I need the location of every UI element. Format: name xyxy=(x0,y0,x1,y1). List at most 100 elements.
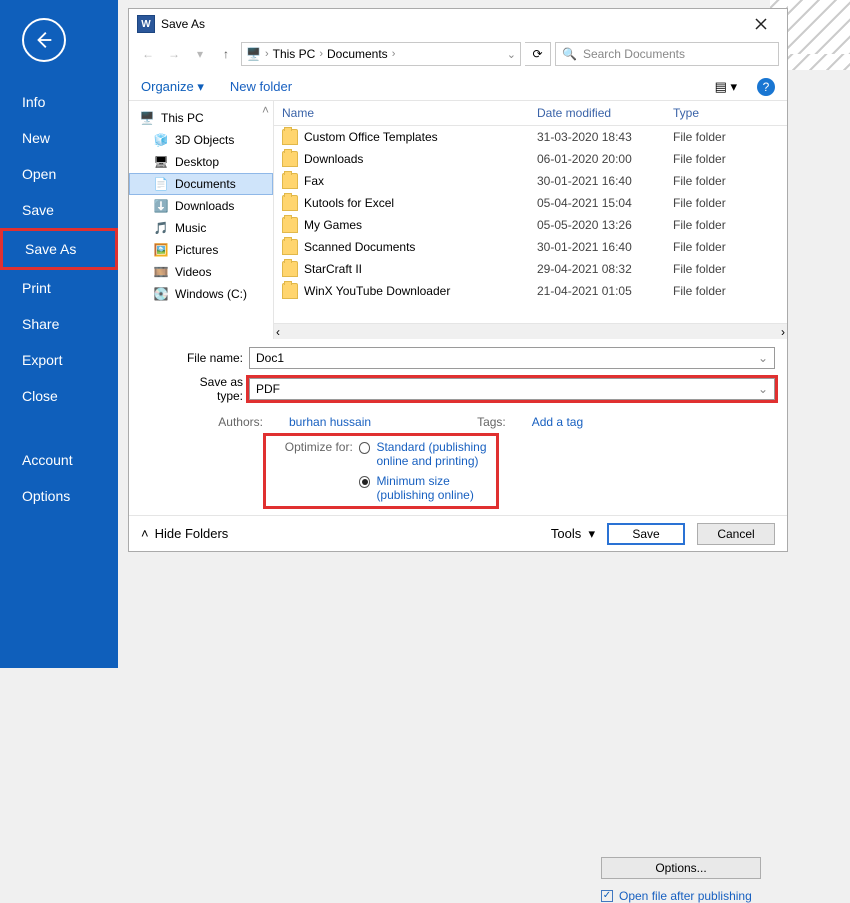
options-button[interactable]: Options... xyxy=(601,857,761,879)
nav-new[interactable]: New xyxy=(0,120,118,156)
saveastype-label: Save as type: xyxy=(177,375,243,403)
folder-icon xyxy=(282,217,298,233)
folder-icon xyxy=(282,129,298,145)
tree-scroll-up[interactable]: ˄ xyxy=(262,103,269,117)
tree-downloads[interactable]: ⬇️Downloads xyxy=(129,195,273,217)
chevron-down-icon[interactable]: ⌄ xyxy=(758,382,768,396)
dialog-title: Save As xyxy=(161,17,205,31)
desktop-icon: 🖥 xyxy=(153,154,169,170)
tree-videos[interactable]: 🎞️Videos xyxy=(129,261,273,283)
tree-this-pc[interactable]: 🖥️This PC xyxy=(129,107,273,129)
row-type: File folder xyxy=(665,126,755,148)
pc-icon: 🖥️ xyxy=(139,110,155,126)
table-row[interactable]: Kutools for Excel05-04-2021 15:04File fo… xyxy=(274,192,787,214)
row-type: File folder xyxy=(665,280,755,302)
crumb-folder[interactable]: Documents xyxy=(327,47,388,61)
chevron-down-icon[interactable]: ⌄ xyxy=(758,351,768,365)
nav-info[interactable]: Info xyxy=(0,84,118,120)
nav-recent-arrow[interactable]: ▾ xyxy=(189,42,211,66)
nav-back-arrow[interactable]: ← xyxy=(137,42,159,66)
nav-save[interactable]: Save xyxy=(0,192,118,228)
row-date: 05-05-2020 13:26 xyxy=(529,214,665,236)
nav-account[interactable]: Account xyxy=(0,442,118,478)
saveastype-dropdown[interactable]: PDF⌄ xyxy=(249,378,775,400)
nav-saveas-highlight: Save As xyxy=(0,228,118,270)
hide-folders-toggle[interactable]: ˄ Hide Folders xyxy=(141,526,228,541)
close-icon xyxy=(755,18,767,30)
back-button[interactable] xyxy=(22,18,66,62)
table-row[interactable]: Custom Office Templates 31-03-2020 18:43F… xyxy=(274,126,787,148)
row-type: File folder xyxy=(665,236,755,258)
folder-icon xyxy=(282,261,298,277)
filename-input[interactable]: Doc1⌄ xyxy=(249,347,775,369)
radio-minimum[interactable] xyxy=(359,476,371,488)
refresh-button[interactable]: ⟳ xyxy=(525,42,551,66)
col-type-header[interactable]: Type xyxy=(665,101,755,125)
nav-open[interactable]: Open xyxy=(0,156,118,192)
nav-print[interactable]: Print xyxy=(0,270,118,306)
tags-value[interactable]: Add a tag xyxy=(532,415,583,429)
chevron-down-icon[interactable]: ⌄ xyxy=(507,48,516,61)
disk-icon: 💽 xyxy=(153,286,169,302)
authors-value[interactable]: burhan hussain xyxy=(289,415,371,429)
tools-dropdown[interactable]: Tools ▾ xyxy=(551,526,595,542)
row-type: File folder xyxy=(665,258,755,280)
tree-desktop[interactable]: 🖥Desktop xyxy=(129,151,273,173)
col-name-header[interactable]: Name xyxy=(274,101,529,125)
word-icon: W xyxy=(137,15,155,33)
chevron-right-icon: › xyxy=(319,48,323,60)
tree-windows-c[interactable]: 💽Windows (C:) xyxy=(129,283,273,305)
row-name: My Games xyxy=(304,218,362,232)
nav-fwd-arrow[interactable]: → xyxy=(163,42,185,66)
crumb-root[interactable]: This PC xyxy=(273,47,316,61)
folder-icon xyxy=(282,195,298,211)
folder-icon xyxy=(282,283,298,299)
search-placeholder: Search Documents xyxy=(583,47,685,61)
row-name: Custom Office Templates xyxy=(304,130,438,144)
pc-icon: 🖥️ xyxy=(246,47,261,61)
nav-saveas[interactable]: Save As xyxy=(3,231,115,267)
video-icon: 🎞️ xyxy=(153,264,169,280)
table-row[interactable]: StarCraft II29-04-2021 08:32File folder xyxy=(274,258,787,280)
cancel-button[interactable]: Cancel xyxy=(697,523,775,545)
tree-3d-objects[interactable]: 🧊3D Objects xyxy=(129,129,273,151)
tree-pictures[interactable]: 🖼️Pictures xyxy=(129,239,273,261)
horizontal-scrollbar[interactable]: ‹› xyxy=(274,323,787,339)
row-type: File folder xyxy=(665,214,755,236)
nav-options[interactable]: Options xyxy=(0,478,118,514)
new-folder-button[interactable]: New folder xyxy=(230,79,292,94)
view-options-button[interactable]: ▤ ▾ xyxy=(715,79,737,95)
nav-export[interactable]: Export xyxy=(0,342,118,378)
search-icon: 🔍 xyxy=(562,47,577,61)
chevron-right-icon: › xyxy=(392,48,396,60)
help-button[interactable]: ? xyxy=(757,78,775,96)
tree-music[interactable]: 🎵Music xyxy=(129,217,273,239)
row-date: 31-03-2020 18:43 xyxy=(529,126,665,148)
table-row[interactable]: WinX YouTube Downloader21-04-2021 01:05F… xyxy=(274,280,787,302)
open-after-publish-checkbox[interactable]: ✓ Open file after publishing xyxy=(601,889,771,903)
optimize-label: Optimize for: xyxy=(270,440,353,454)
search-input[interactable]: 🔍 Search Documents xyxy=(555,42,779,66)
nav-close[interactable]: Close xyxy=(0,378,118,414)
row-date: 30-01-2021 16:40 xyxy=(529,170,665,192)
optimize-minimum-label[interactable]: Minimum size (publishing online) xyxy=(376,474,492,502)
toolbar: Organize ▾ New folder ▤ ▾ ? xyxy=(129,73,787,101)
breadcrumb[interactable]: 🖥️ › This PC › Documents › ⌄ xyxy=(241,42,521,66)
picture-icon: 🖼️ xyxy=(153,242,169,258)
table-row[interactable]: Fax30-01-2021 16:40File folder xyxy=(274,170,787,192)
nav-up-arrow[interactable]: ↑ xyxy=(215,42,237,66)
table-row[interactable]: Scanned Documents30-01-2021 16:40File fo… xyxy=(274,236,787,258)
dialog-footer: ˄ Hide Folders Tools ▾ Save Cancel xyxy=(129,515,787,551)
table-row[interactable]: My Games 05-05-2020 13:26File folder xyxy=(274,214,787,236)
optimize-standard-label[interactable]: Standard (publishing online and printing… xyxy=(376,440,492,468)
window-close-button[interactable] xyxy=(741,14,781,34)
nav-share[interactable]: Share xyxy=(0,306,118,342)
save-button[interactable]: Save xyxy=(607,523,685,545)
row-name: Kutools for Excel xyxy=(304,196,394,210)
organize-button[interactable]: Organize ▾ xyxy=(141,79,204,95)
col-date-header[interactable]: Date modified xyxy=(529,101,665,125)
radio-standard[interactable] xyxy=(359,442,371,454)
refresh-icon: ⟳ xyxy=(532,47,542,61)
tree-documents[interactable]: 📄Documents xyxy=(129,173,273,195)
table-row[interactable]: Downloads06-01-2020 20:00File folder xyxy=(274,148,787,170)
